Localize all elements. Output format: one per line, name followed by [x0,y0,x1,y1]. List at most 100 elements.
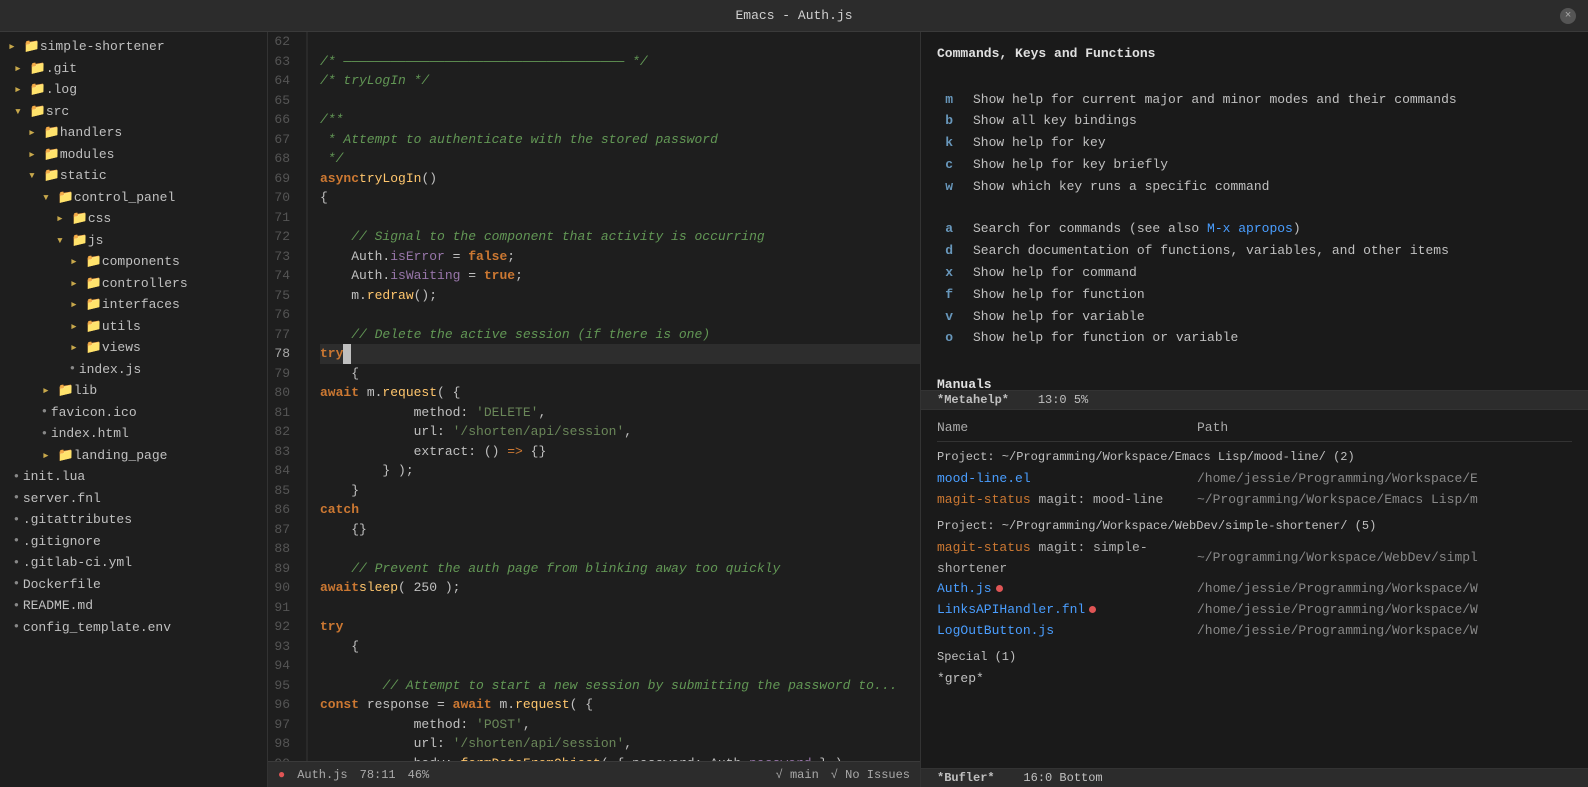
help-row: wShow which key runs a specific command [937,177,1572,198]
buffer-item[interactable]: mood-line.el/home/jessie/Programming/Wor… [937,469,1572,490]
code-line-83: extract: () => {} [320,442,920,462]
help-row: kShow help for key [937,133,1572,154]
sidebar-item-control_panel[interactable]: ▾ 📁 control_panel [0,187,267,209]
help-row: cShow help for key briefly [937,155,1572,176]
sidebar-item-log[interactable]: ▸ 📁 .log [0,79,267,101]
sidebar-item-label: lib [74,381,97,401]
folder-icon: ▸ 📁 [14,59,46,79]
code-line-86: catch [320,500,920,520]
sidebar-item-gitignore[interactable]: ● .gitignore [0,531,267,553]
code-content[interactable]: /* ———————————————————————————————————— … [308,32,920,761]
folder-icon: ▸ 📁 [70,338,102,358]
file-icon: ● [14,578,19,590]
sidebar-item-init-lua[interactable]: ● init.lua [0,466,267,488]
line-number-98: 98 [268,734,298,754]
code-line-96: const response = await m.request( { [320,695,920,715]
metahelp-bar: *Metahelp* 13:0 5% [921,390,1588,410]
sidebar-item-landing_page[interactable]: ▸ 📁 landing_page [0,445,267,467]
buffer-path-header: Path [1197,418,1572,439]
code-line-64: /* tryLogIn */ [320,71,920,91]
help-title: Commands, Keys and Functions [937,44,1572,65]
sidebar-item-src[interactable]: ▾ 📁 src [0,101,267,123]
line-number-75: 75 [268,286,298,306]
sidebar-item-label: interfaces [102,295,180,315]
buffer-project-label: Project: ~/Programming/Workspace/Emacs L… [937,448,1572,467]
sidebar-item-css[interactable]: ▸ 📁 css [0,208,267,230]
buffer-item[interactable]: magit-status magit: mood-line~/Programmi… [937,490,1572,511]
folder-icon: ▸ 📁 [70,295,102,315]
sidebar-item-label: .gitlab-ci.yml [23,553,132,573]
sidebar-item-label: simple-shortener [40,37,165,57]
sidebar-item-views[interactable]: ▸ 📁 views [0,337,267,359]
sidebar-item-lib[interactable]: ▸ 📁 lib [0,380,267,402]
code-line-99: body: formDataFromObject( { password: Au… [320,754,920,762]
help-desc: Show help for key briefly [973,155,1168,176]
buffer-item[interactable]: magit-status magit: simple-shortener~/Pr… [937,538,1572,580]
file-icon: ● [42,406,47,418]
folder-icon: ▸ 📁 [8,37,40,57]
sidebar-item-utils[interactable]: ▸ 📁 utils [0,316,267,338]
help-panel[interactable]: Commands, Keys and Functions mShow help … [921,32,1588,390]
sidebar-item-dockerfile[interactable]: ● Dockerfile [0,574,267,596]
sidebar-item-simple-shortener[interactable]: ▸ 📁 simple-shortener [0,36,267,58]
line-number-70: 70 [268,188,298,208]
help-link[interactable]: M-x apropos [1207,221,1293,236]
sidebar-item-readme[interactable]: ● README.md [0,595,267,617]
buffer-list[interactable]: Name Path Project: ~/Programming/Workspa… [921,410,1588,768]
code-line-87: {} [320,520,920,540]
line-number-89: 89 [268,559,298,579]
buffer-item[interactable]: Auth.js/home/jessie/Programming/Workspac… [937,579,1572,600]
status-branch: √ main [776,768,819,782]
sidebar-item-label: js [88,231,104,251]
bufler-position: 16:0 Bottom [1023,771,1102,785]
sidebar-item-components[interactable]: ▸ 📁 components [0,251,267,273]
buffer-item[interactable]: LogOutButton.js/home/jessie/Programming/… [937,621,1572,642]
sidebar-item-git[interactable]: ▸ 📁 .git [0,58,267,80]
file-icon: ● [14,514,19,526]
help-row: mShow help for current major and minor m… [937,90,1572,111]
sidebar-item-interfaces[interactable]: ▸ 📁 interfaces [0,294,267,316]
code-line-81: method: 'DELETE', [320,403,920,423]
sidebar-item-label: src [46,102,69,122]
editor-pane: 6263646566676869707172737475767778798081… [268,32,920,787]
cursor [343,344,351,364]
bufler-label: *Bufler* [937,771,995,785]
code-line-62 [320,32,920,52]
code-line-92: try [320,617,920,637]
help-row: oShow help for function or variable [937,328,1572,349]
sidebar-item-modules[interactable]: ▸ 📁 modules [0,144,267,166]
sidebar-item-gitattributes[interactable]: ● .gitattributes [0,509,267,531]
sidebar-item-controllers[interactable]: ▸ 📁 controllers [0,273,267,295]
buffer-item[interactable]: LinksAPIHandler.fnl/home/jessie/Programm… [937,600,1572,621]
folder-icon: ▸ 📁 [28,123,60,143]
sidebar-item-label: .gitattributes [23,510,132,530]
code-line-66: /** [320,110,920,130]
code-line-76 [320,305,920,325]
folder-expanded-icon: ▾ 📁 [28,166,60,186]
help-desc: Show help for function [973,285,1145,306]
file-tree[interactable]: ▸ 📁 simple-shortener▸ 📁 .git▸ 📁 .log▾ 📁 … [0,32,268,787]
line-numbers: 6263646566676869707172737475767778798081… [268,32,308,761]
line-number-76: 76 [268,305,298,325]
folder-icon: ▸ 📁 [70,317,102,337]
close-button[interactable]: × [1560,8,1576,24]
help-desc: Search documentation of functions, varia… [973,241,1449,262]
help-key: f [937,285,953,306]
sidebar-item-server-fnl[interactable]: ● server.fnl [0,488,267,510]
sidebar-item-favicon[interactable]: ● favicon.ico [0,402,267,424]
folder-icon: ▸ 📁 [70,274,102,294]
line-number-71: 71 [268,208,298,228]
help-row: dSearch documentation of functions, vari… [937,241,1572,262]
sidebar-item-handlers[interactable]: ▸ 📁 handlers [0,122,267,144]
status-dot: ● [278,768,285,782]
sidebar-item-gitlab-ci[interactable]: ● .gitlab-ci.yml [0,552,267,574]
sidebar-item-label: index.html [51,424,129,444]
code-line-72: // Signal to the component that activity… [320,227,920,247]
sidebar-item-config-template[interactable]: ● config_template.env [0,617,267,639]
sidebar-item-js[interactable]: ▾ 📁 js [0,230,267,252]
sidebar-item-index-js[interactable]: ● index.js [0,359,267,381]
code-area[interactable]: 6263646566676869707172737475767778798081… [268,32,920,761]
sidebar-item-static[interactable]: ▾ 📁 static [0,165,267,187]
buffer-item[interactable]: *grep* [937,669,1572,690]
sidebar-item-index-html[interactable]: ● index.html [0,423,267,445]
